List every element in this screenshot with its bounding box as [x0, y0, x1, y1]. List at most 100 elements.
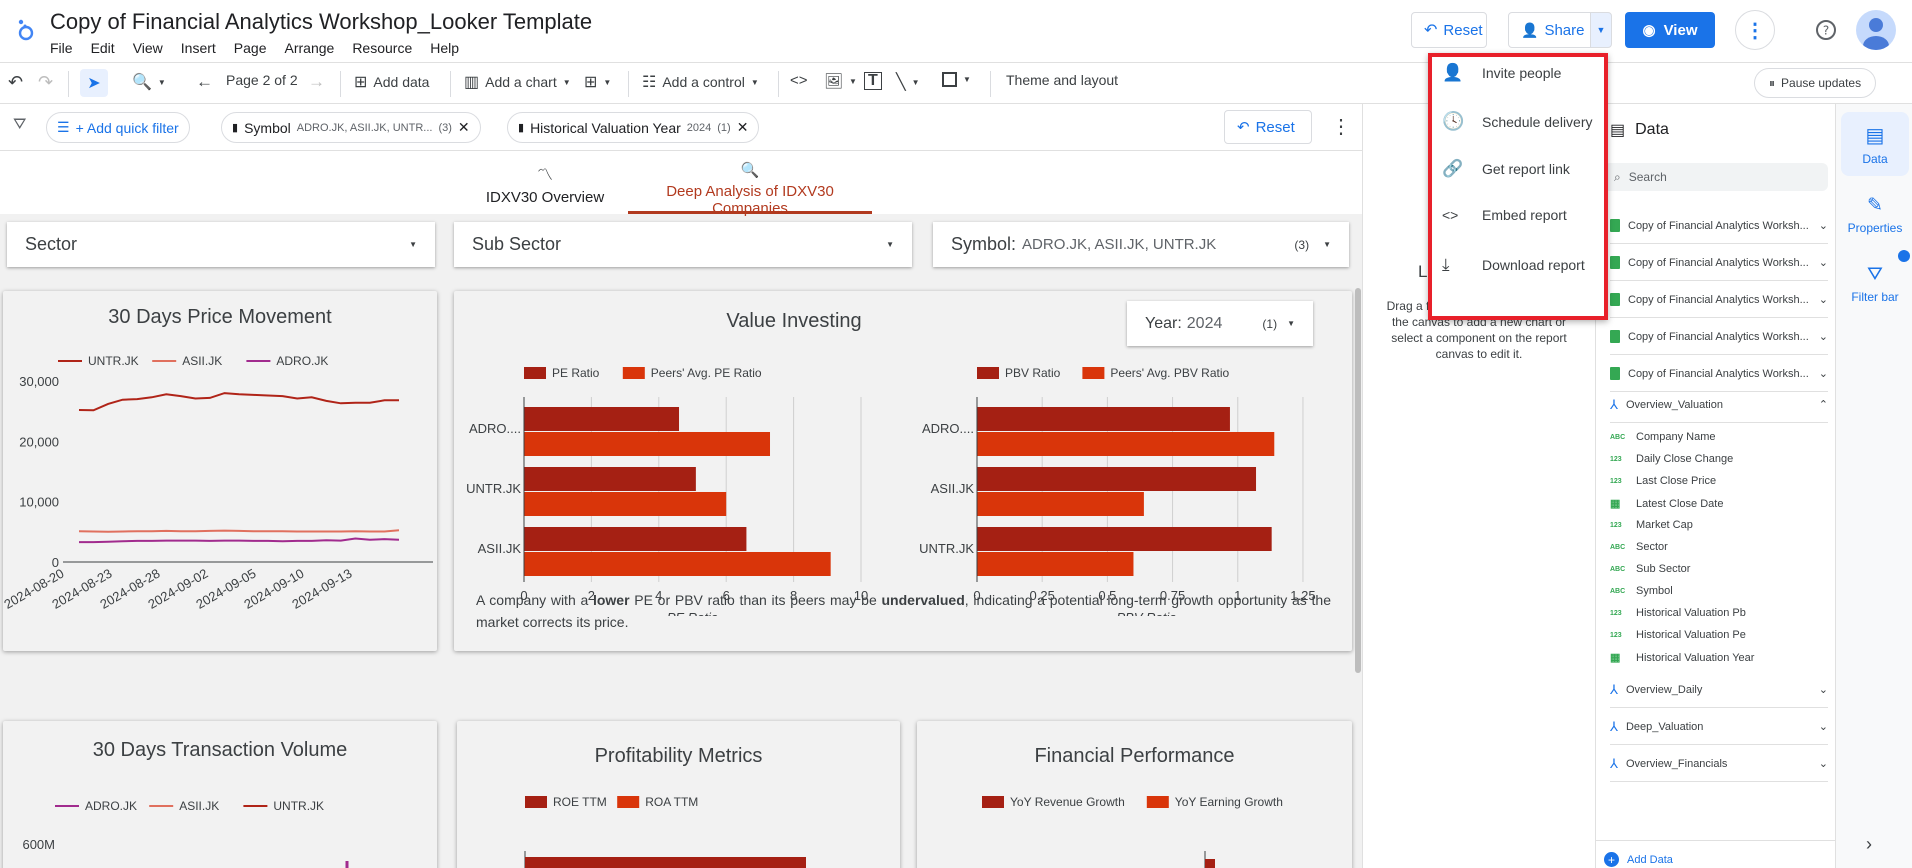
looker-studio-logo[interactable]: [14, 17, 38, 41]
data-field[interactable]: 123 Historical Valuation Pb: [1610, 607, 1746, 619]
line-icon: ╲: [896, 74, 906, 91]
share-button[interactable]: 👤 Share: [1508, 12, 1602, 48]
data-field[interactable]: ▦ Latest Close Date: [1610, 497, 1723, 511]
price-movement-card[interactable]: 30 Days Price Movement UNTR.JK ASII.JK ADR…: [3, 291, 437, 651]
menu-embed-report[interactable]: <> Embed report: [1442, 207, 1567, 223]
menu-view[interactable]: View: [133, 40, 163, 56]
data-field[interactable]: ABC Symbol: [1610, 585, 1673, 597]
add-data-button[interactable]: ⊞ Add data: [354, 72, 429, 92]
caret-down-icon: ▼: [562, 77, 571, 87]
data-source-item[interactable]: Copy of Financial Analytics Worksh... ⌄: [1610, 282, 1828, 318]
profitability-card[interactable]: Profitability Metrics ROE TTM ROA TTM: [457, 721, 900, 868]
community-viz-button[interactable]: ⊞ ▼: [584, 72, 611, 92]
report-title[interactable]: Copy of Financial Analytics Workshop_Loo…: [50, 9, 592, 35]
line-button[interactable]: ╲ ▼: [896, 72, 920, 92]
table-overview-valuation[interactable]: ⅄ Overview_Valuation ⌃: [1610, 387, 1828, 423]
year-dropdown[interactable]: Year: 2024 (1) ▼: [1127, 301, 1313, 346]
redo-button[interactable]: ↷: [38, 72, 53, 93]
data-field[interactable]: 123 Market Cap: [1610, 519, 1693, 531]
next-page-button[interactable]: →: [308, 72, 325, 92]
sidebar-properties[interactable]: ✎ Properties: [1841, 182, 1909, 246]
close-icon[interactable]: ✕: [737, 119, 749, 136]
filter-icon[interactable]: ⛛: [13, 116, 26, 134]
sidebar-data[interactable]: ▤ Data: [1841, 112, 1909, 176]
menu-invite-people[interactable]: 👤 Invite people: [1442, 63, 1561, 83]
page-navigation: 〽 IDXV30 Overview 🔍 Deep Analysis of IDX…: [0, 151, 1362, 217]
sidebar-filter-bar[interactable]: ⛛ Filter bar: [1841, 252, 1909, 316]
filter-more-icon[interactable]: ⋮: [1331, 114, 1351, 139]
data-source-item[interactable]: Copy of Financial Analytics Worksh... ⌄: [1610, 319, 1828, 355]
tab-deep-analysis[interactable]: 🔍 Deep Analysis of IDXV30 Companies: [628, 161, 872, 217]
menu-page[interactable]: Page: [234, 40, 267, 56]
more-options-button[interactable]: ⋮: [1735, 10, 1775, 50]
menu-resource[interactable]: Resource: [352, 40, 412, 56]
financial-performance-card[interactable]: Financial Performance YoY Revenue Growth…: [917, 721, 1352, 868]
value-investing-card[interactable]: Value Investing Year: 2024 (1) ▼ PE Rati…: [454, 291, 1352, 651]
menu-help[interactable]: Help: [430, 40, 459, 56]
data-source-item[interactable]: Copy of Financial Analytics Worksh... ⌄: [1610, 356, 1828, 392]
undo-button[interactable]: ↶: [8, 72, 23, 93]
menu-schedule-delivery[interactable]: 🕓 Schedule delivery: [1442, 111, 1593, 132]
price-line-chart[interactable]: UNTR.JK ASII.JK ADRO.JK010,00020,00030,000…: [3, 291, 437, 651]
data-field[interactable]: 123 Daily Close Change: [1610, 453, 1733, 465]
trend-icon: 〽: [536, 167, 553, 184]
embed-url-button[interactable]: <>: [790, 72, 808, 89]
share-dropdown-arrow[interactable]: ▼: [1590, 12, 1612, 48]
menu-file[interactable]: File: [50, 40, 73, 56]
avatar[interactable]: [1856, 10, 1896, 50]
reset-button[interactable]: ↶ Reset: [1411, 12, 1487, 48]
chevron-right-icon[interactable]: ›: [1866, 834, 1872, 855]
previous-page-button[interactable]: ←: [196, 72, 213, 92]
data-table-item[interactable]: ⅄ Overview_Daily ⌄: [1610, 672, 1828, 708]
image-button[interactable]: 🖼 ▼: [824, 72, 857, 90]
select-tool[interactable]: ➤: [80, 69, 108, 97]
transaction-volume-card[interactable]: 30 Days Transaction Volume ADRO.JK ASII.J…: [3, 721, 437, 868]
data-table-item[interactable]: ⅄ Deep_Valuation ⌄: [1610, 709, 1828, 745]
menu-get-report-link[interactable]: 🔗 Get report link: [1442, 159, 1570, 179]
pbv-ratio-bar-chart[interactable]: PBV Ratio Peers' Avg. PBV Ratio0 0.25 0.5 0.…: [904, 346, 1344, 616]
data-field[interactable]: 123 Historical Valuation Pe: [1610, 629, 1746, 641]
theme-layout-button[interactable]: Theme and layout: [1006, 72, 1118, 88]
add-quick-filter-button[interactable]: ☰ + Add quick filter: [46, 112, 190, 143]
add-data-link[interactable]: + Add Data: [1596, 840, 1836, 868]
pe-ratio-bar-chart[interactable]: PE Ratio Peers' Avg. PE Ratio0 2 4 6 8 10ADRO.…: [454, 346, 874, 616]
zoom-menu[interactable]: 🔍 ▼: [132, 72, 166, 92]
data-search-input[interactable]: ⌕ Search: [1604, 163, 1828, 191]
symbol-dropdown[interactable]: Symbol: ADRO.JK, ASII.JK, UNTR.JK (3) ▼: [933, 222, 1349, 267]
close-icon[interactable]: ✕: [458, 119, 470, 136]
shape-button[interactable]: ▼: [942, 72, 971, 87]
pause-updates-button[interactable]: ⏸ Pause updates: [1754, 68, 1877, 98]
data-field[interactable]: 123 Last Close Price: [1610, 475, 1716, 487]
filter-chip-year[interactable]: ▮ Historical Valuation Year 2024 (1) ✕: [507, 112, 760, 143]
text-button[interactable]: T: [864, 72, 882, 90]
filter-chip-symbol[interactable]: ▮ Symbol ADRO.JK, ASII.JK, UNTR... (3) ✕: [221, 112, 481, 143]
menu-download-report[interactable]: ⤓ Download report: [1442, 255, 1585, 275]
financial-bar-chart[interactable]: YoY Revenue Growth YoY Earning Growth: [917, 721, 1352, 868]
profitability-bar-chart[interactable]: ROE TTM ROA TTM: [457, 721, 900, 868]
data-source-item[interactable]: Copy of Financial Analytics Worksh... ⌄: [1610, 208, 1828, 244]
menu-edit[interactable]: Edit: [91, 40, 115, 56]
data-source-item[interactable]: Copy of Financial Analytics Worksh... ⌄: [1610, 245, 1828, 281]
add-chart-button[interactable]: ▥ Add a chart ▼: [464, 72, 571, 92]
filter-reset-button[interactable]: ↶ Reset: [1224, 110, 1312, 144]
view-button[interactable]: ◉ View: [1625, 12, 1715, 48]
tab-overview[interactable]: 〽 IDXV30 Overview: [480, 161, 610, 206]
data-field[interactable]: ABC Company Name: [1610, 431, 1715, 443]
page-indicator[interactable]: Page 2 of 2: [226, 72, 298, 88]
data-field[interactable]: ABC Sub Sector: [1610, 563, 1690, 575]
data-field[interactable]: ▦ Historical Valuation Year: [1610, 651, 1754, 665]
help-button[interactable]: ?: [1806, 10, 1846, 50]
add-control-button[interactable]: ☷ Add a control ▼: [642, 72, 759, 92]
menu-insert[interactable]: Insert: [181, 40, 216, 56]
sector-dropdown[interactable]: Sector ▼: [7, 222, 435, 267]
canvas-scrollbar[interactable]: [1355, 288, 1361, 673]
help-icon: ?: [1816, 20, 1836, 40]
data-table-item[interactable]: ⅄ Overview_Financials ⌄: [1610, 746, 1828, 782]
sub-sector-dropdown[interactable]: Sub Sector ▼: [454, 222, 912, 267]
menu-arrange[interactable]: Arrange: [285, 40, 335, 56]
add-chart-icon: ▥: [464, 74, 480, 91]
volume-line-chart[interactable]: ADRO.JK ASII.JK UNTR.JK 600M: [3, 721, 437, 868]
data-field[interactable]: ABC Sector: [1610, 541, 1668, 553]
expand-icon: ⌄: [1818, 368, 1828, 380]
field-label: Symbol: [1636, 585, 1673, 597]
